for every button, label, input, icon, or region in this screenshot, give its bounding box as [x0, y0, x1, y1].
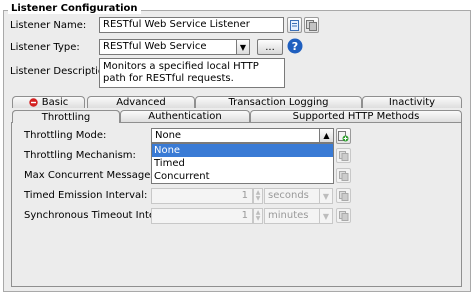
spin-down-icon: ▼	[255, 215, 261, 222]
listener-name-input[interactable]: RESTful Web Service Listener	[99, 17, 284, 33]
tab-basic[interactable]: Basic	[12, 96, 85, 108]
max-concurrent-messages-label: Max Concurrent Messages:	[24, 170, 159, 181]
max-concurrent-messages-copy-button[interactable]	[336, 168, 351, 183]
tab-advanced-label: Advanced	[116, 97, 166, 108]
copy-icon	[338, 210, 348, 221]
document-add-icon	[338, 130, 349, 141]
svg-text:?: ?	[292, 40, 298, 53]
copy-icon	[338, 150, 348, 161]
timed-emission-interval-label: Timed Emission Interval:	[24, 190, 148, 201]
timed-emission-interval-input[interactable]: 1	[151, 188, 253, 204]
throttling-mode-dropdown-list: None Timed Concurrent	[151, 143, 334, 184]
listener-name-edit-button[interactable]	[287, 17, 302, 33]
help-button[interactable]: ?	[287, 38, 303, 54]
tab-basic-label: Basic	[41, 97, 69, 108]
dropdown-option-concurrent[interactable]: Concurrent	[152, 170, 333, 183]
spin-down-icon: ▼	[255, 195, 261, 202]
chevron-up-icon: ▲	[323, 131, 330, 140]
listener-type-dropdown-button[interactable]: ▼	[236, 39, 250, 55]
tab-inactivity-label: Inactivity	[388, 97, 436, 108]
tab-supported-http-methods[interactable]: Supported HTTP Methods	[250, 110, 462, 122]
timed-emission-unit-dropdown-button[interactable]: ▼	[319, 188, 333, 204]
synchronous-timeout-interval-input[interactable]: 1	[151, 208, 253, 224]
throttling-mechanism-copy-button[interactable]	[336, 148, 351, 163]
tab-advanced[interactable]: Advanced	[87, 96, 195, 108]
error-icon	[29, 98, 38, 107]
help-icon: ?	[287, 38, 303, 54]
chevron-down-icon: ▼	[322, 211, 330, 221]
document-icon	[290, 19, 299, 31]
timed-emission-interval-copy-button[interactable]	[336, 188, 351, 203]
listener-type-label: Listener Type:	[10, 42, 80, 53]
throttling-mode-add-button[interactable]	[336, 128, 351, 144]
copy-icon	[338, 190, 348, 201]
chevron-down-icon: ▼	[322, 191, 330, 201]
synchronous-timeout-interval-spinner[interactable]: ▲ ▼	[253, 208, 263, 224]
timed-emission-interval-spinner[interactable]: ▲ ▼	[253, 188, 263, 204]
throttling-mode-select[interactable]: None	[151, 128, 320, 143]
tab-transaction-logging[interactable]: Transaction Logging	[195, 96, 362, 108]
dropdown-option-none[interactable]: None	[152, 144, 333, 157]
tab-throttling[interactable]: Throttling	[12, 110, 120, 123]
group-title: Listener Configuration	[8, 3, 141, 14]
chevron-down-icon: ▼	[239, 42, 247, 52]
listener-type-select[interactable]: RESTful Web Service	[99, 39, 237, 55]
listener-description-textarea[interactable]: Monitors a specified local HTTP path for…	[99, 58, 285, 88]
tab-throttling-label: Throttling	[41, 111, 91, 123]
tab-inactivity[interactable]: Inactivity	[362, 96, 462, 108]
throttling-mode-dropdown-button[interactable]: ▲	[319, 128, 334, 143]
copy-icon	[338, 170, 348, 181]
tab-supported-http-methods-label: Supported HTTP Methods	[292, 111, 420, 122]
synchronous-timeout-unit-select[interactable]: minutes	[264, 208, 320, 224]
throttling-mechanism-label: Throttling Mechanism:	[24, 150, 136, 161]
copy-icon	[306, 19, 317, 31]
throttling-mode-label: Throttling Mode:	[24, 130, 107, 141]
synchronous-timeout-unit-dropdown-button[interactable]: ▼	[319, 208, 333, 224]
dropdown-option-timed[interactable]: Timed	[152, 157, 333, 170]
listener-type-browse-button[interactable]: ...	[257, 39, 283, 55]
tab-authentication-label: Authentication	[148, 111, 222, 122]
tab-transaction-logging-label: Transaction Logging	[228, 97, 329, 108]
listener-name-label: Listener Name:	[10, 20, 87, 31]
tab-authentication[interactable]: Authentication	[120, 110, 250, 122]
synchronous-timeout-interval-copy-button[interactable]	[336, 208, 351, 223]
timed-emission-unit-select[interactable]: seconds	[264, 188, 320, 204]
listener-name-copy-button[interactable]	[304, 17, 319, 33]
